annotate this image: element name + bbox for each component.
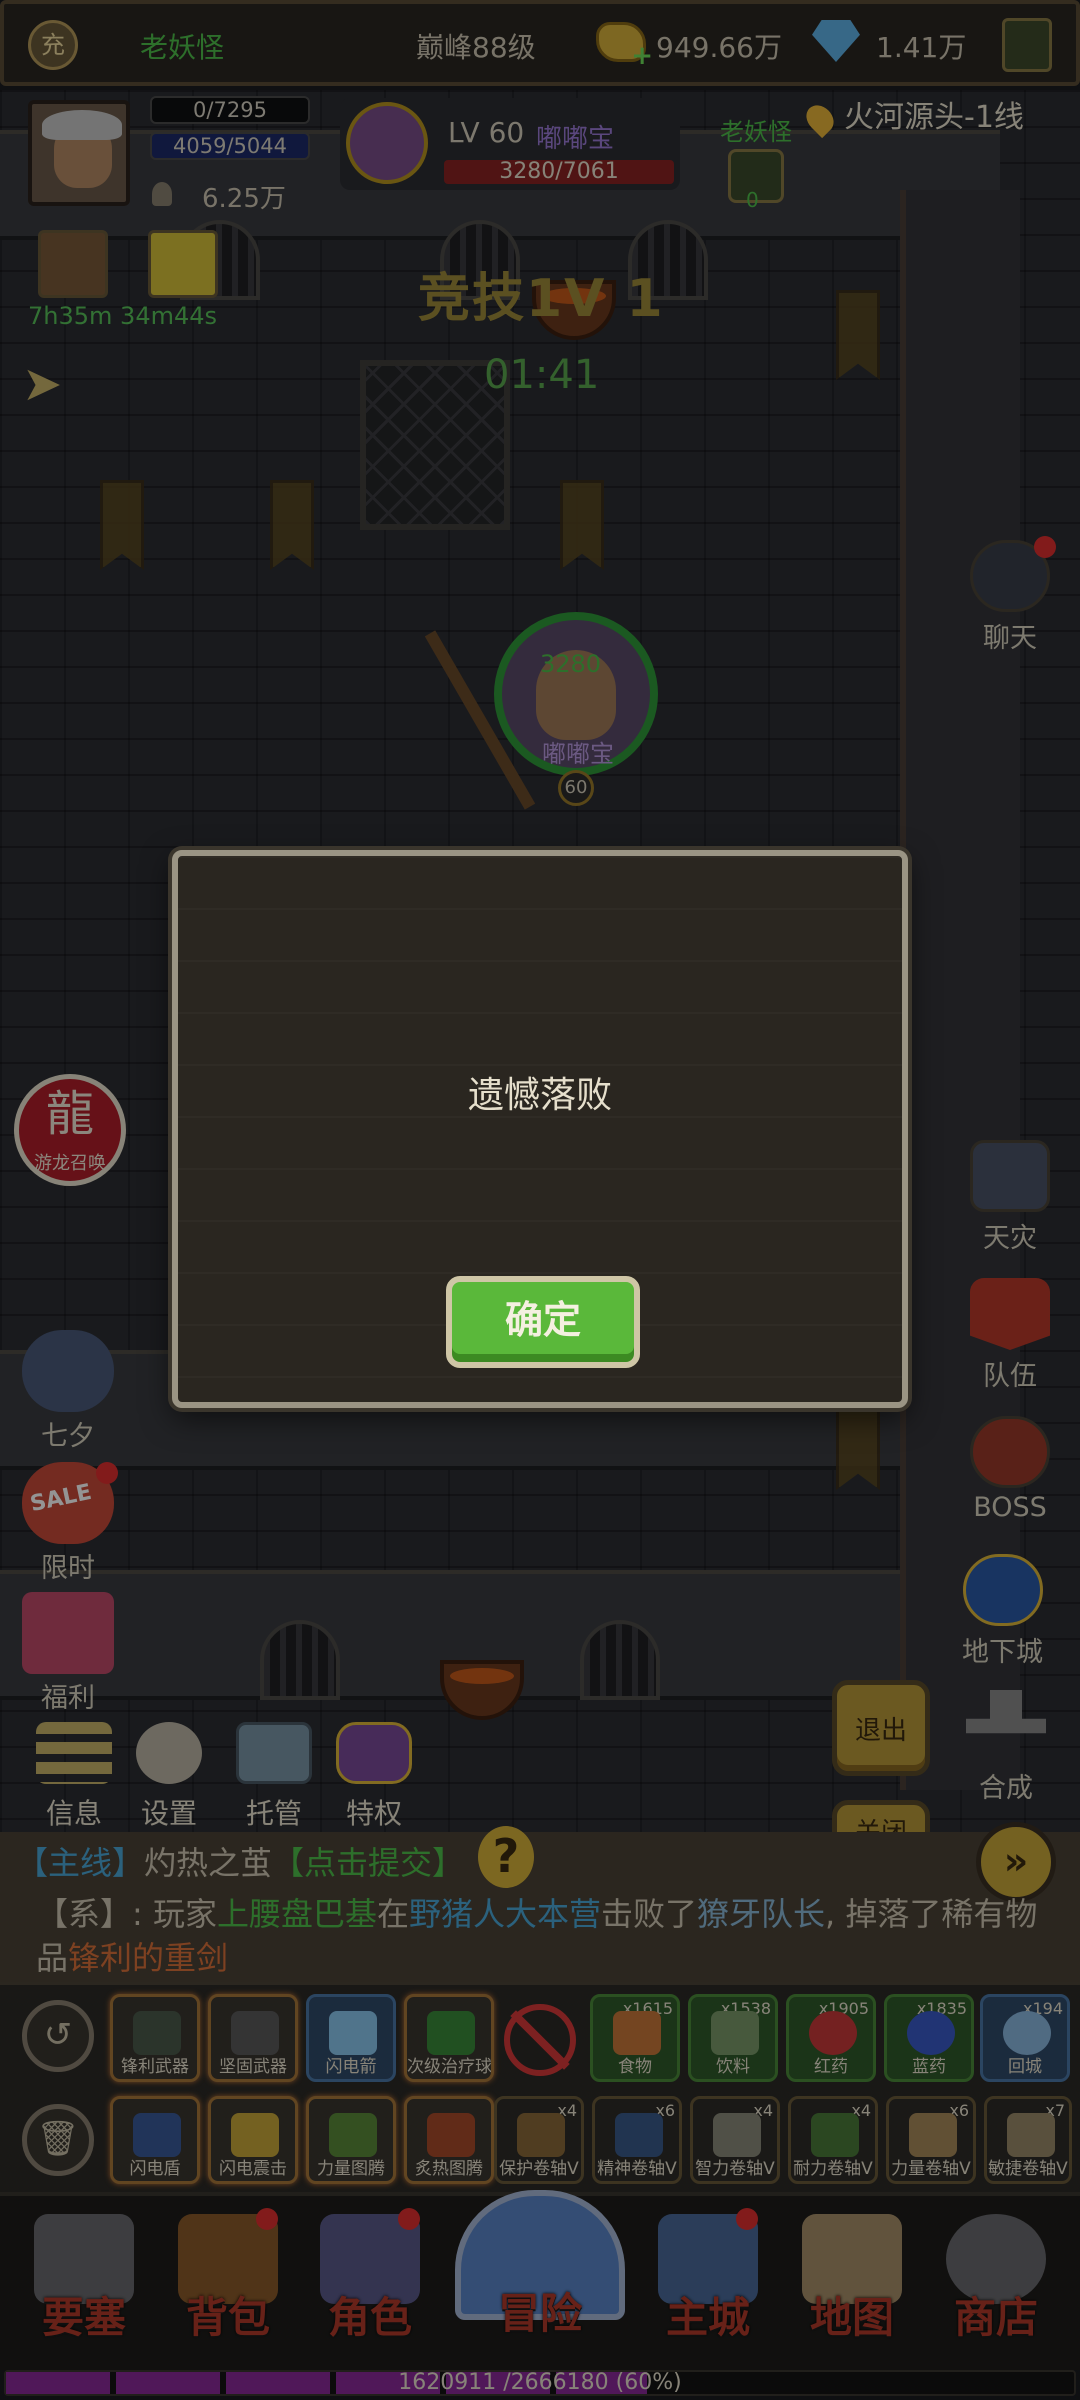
confirm-button[interactable]: 确定 [446, 1276, 640, 1368]
defeat-message: 遗憾落败 [467, 1075, 612, 1116]
defeat-dialog: 遗憾落败 确定 [172, 850, 908, 1408]
